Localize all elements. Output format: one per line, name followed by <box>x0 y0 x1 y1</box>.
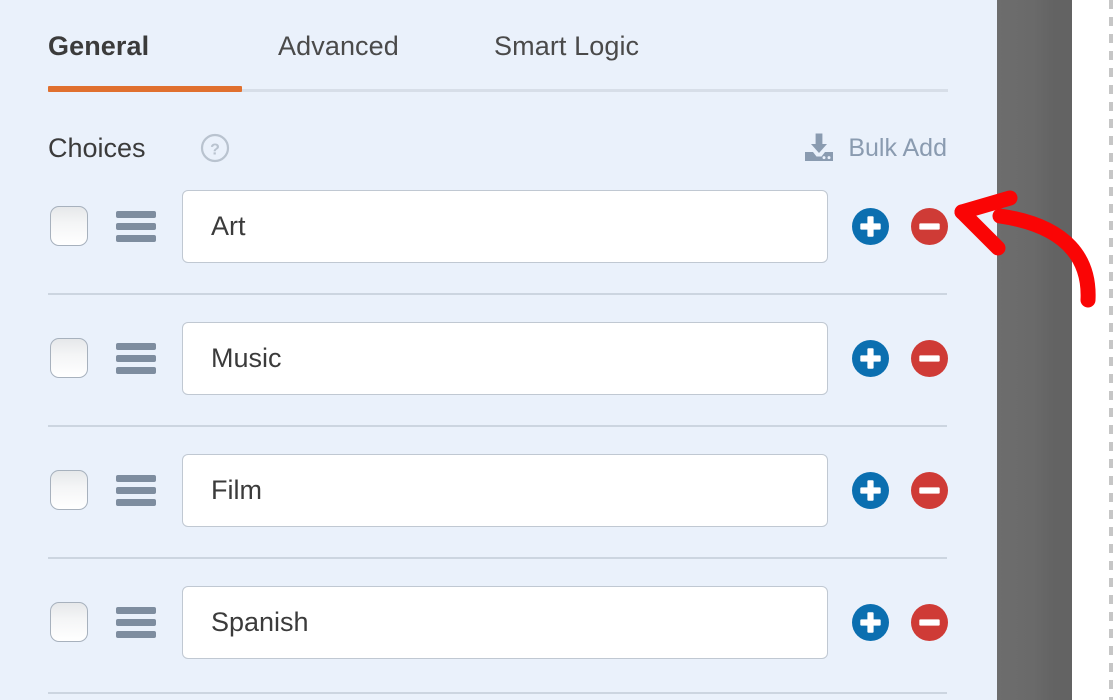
choice-row <box>0 454 997 586</box>
active-tab-indicator <box>48 86 242 92</box>
row-divider <box>48 425 947 427</box>
svg-text:?: ? <box>210 142 220 159</box>
screenshot-root: General Advanced Smart Logic Choices ? <box>0 0 1116 700</box>
page-scrollbar-gutter[interactable] <box>997 0 1072 700</box>
add-choice-button[interactable] <box>852 472 889 509</box>
download-import-icon <box>803 133 835 163</box>
choice-default-checkbox[interactable] <box>50 338 88 378</box>
question-mark-circle-icon[interactable]: ? <box>200 133 230 163</box>
drag-handle-icon[interactable] <box>116 607 156 638</box>
choices-section-title: Choices <box>48 128 146 168</box>
choice-label-input[interactable] <box>182 322 828 395</box>
choice-label-input[interactable] <box>182 454 828 527</box>
choice-default-checkbox[interactable] <box>50 470 88 510</box>
drag-handle-icon[interactable] <box>116 475 156 506</box>
bulk-add-button[interactable]: Bulk Add <box>803 128 947 168</box>
remove-choice-button[interactable] <box>911 340 948 377</box>
choice-row <box>0 322 997 454</box>
add-choice-button[interactable] <box>852 340 889 377</box>
choice-label-input[interactable] <box>182 190 828 263</box>
drag-handle-icon[interactable] <box>116 343 156 374</box>
bulk-add-label: Bulk Add <box>848 128 947 168</box>
add-choice-button[interactable] <box>852 604 889 641</box>
field-options-panel: General Advanced Smart Logic Choices ? <box>0 0 997 700</box>
tab-advanced[interactable]: Advanced <box>278 20 399 72</box>
row-divider <box>48 293 947 295</box>
remove-choice-button[interactable] <box>911 208 948 245</box>
choice-default-checkbox[interactable] <box>50 206 88 246</box>
choice-label-input[interactable] <box>182 586 828 659</box>
add-choice-button[interactable] <box>852 208 889 245</box>
settings-tab-bar: General Advanced Smart Logic <box>48 20 948 92</box>
choice-row <box>0 190 997 322</box>
section-bottom-divider <box>48 692 947 694</box>
dashed-border-edge <box>1109 0 1113 700</box>
choice-default-checkbox[interactable] <box>50 602 88 642</box>
remove-choice-button[interactable] <box>911 472 948 509</box>
row-divider <box>48 557 947 559</box>
drag-handle-icon[interactable] <box>116 211 156 242</box>
remove-choice-button[interactable] <box>911 604 948 641</box>
choice-row <box>0 586 997 700</box>
choices-list <box>0 190 997 700</box>
tab-smart-logic[interactable]: Smart Logic <box>494 20 639 72</box>
tab-general[interactable]: General <box>48 20 149 72</box>
